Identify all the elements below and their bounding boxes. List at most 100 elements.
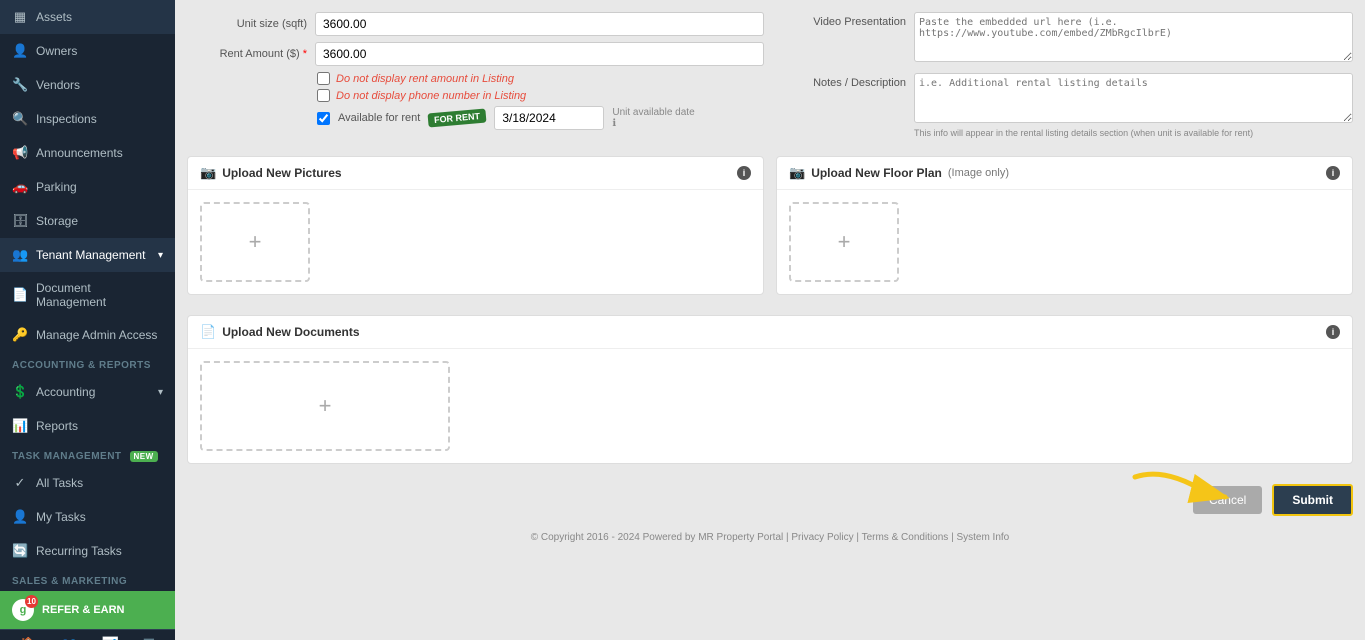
home-icon[interactable]: 🏠: [20, 636, 37, 640]
rent-amount-label: Rent Amount ($) *: [187, 48, 307, 60]
upload-pictures-placeholder[interactable]: +: [200, 202, 310, 282]
sidebar-item-parking-label: Parking: [36, 180, 77, 194]
sidebar-item-assets[interactable]: ▦ Assets: [0, 0, 175, 34]
sidebar-item-parking[interactable]: 🚗 Parking: [0, 170, 175, 204]
submit-button[interactable]: Submit: [1272, 484, 1353, 516]
available-for-rent-row: Available for rent FOR RENT Unit availab…: [317, 106, 764, 130]
refer-earn-bar[interactable]: g 10 REFER & EARN: [0, 591, 175, 629]
video-presentation-textarea[interactable]: [914, 12, 1353, 62]
task-management-header: TASK MANAGEMENT NEW: [0, 443, 175, 466]
video-presentation-label: Video Presentation: [776, 12, 906, 28]
available-date-input[interactable]: [494, 106, 604, 130]
upload-pictures-body: +: [188, 190, 763, 294]
sidebar-item-vendors[interactable]: 🔧 Vendors: [0, 68, 175, 102]
no-display-phone-row: Do not display phone number in Listing: [317, 89, 764, 102]
recurring-tasks-icon: 🔄: [12, 543, 28, 559]
chart-icon[interactable]: 📊: [102, 636, 119, 640]
notes-description-textarea[interactable]: [914, 73, 1353, 123]
floorplan-sub-label: (Image only): [948, 167, 1009, 179]
admin-access-icon: 🔑: [12, 327, 28, 343]
upload-floorplan-body: +: [777, 190, 1352, 294]
sidebar-item-assets-label: Assets: [36, 10, 72, 24]
vendors-icon: 🔧: [12, 77, 28, 93]
refer-earn-label: REFER & EARN: [42, 604, 125, 616]
accounting-icon: 💲: [12, 384, 28, 400]
upload-pictures-info-icon[interactable]: i: [737, 166, 751, 180]
storage-icon: 🗄: [12, 213, 28, 229]
sidebar-item-owners[interactable]: 👤 Owners: [0, 34, 175, 68]
right-form: Video Presentation Notes / Description T…: [776, 12, 1353, 146]
sidebar-item-accounting[interactable]: 💲 Accounting ▾: [0, 375, 175, 409]
rent-amount-input-wrap: [315, 42, 764, 66]
video-input-wrap: [914, 12, 1353, 65]
sidebar-bottom-icons: 🏠 👥 📊 ☰: [0, 629, 175, 640]
sidebar-item-owners-label: Owners: [36, 44, 77, 58]
sidebar-item-tenant-management[interactable]: 👥 Tenant Management ▾: [0, 238, 175, 272]
rent-amount-input[interactable]: [315, 42, 764, 66]
main-content: Unit size (sqft) Rent Amount ($) * Do no…: [175, 0, 1365, 640]
available-for-rent-checkbox[interactable]: [317, 112, 330, 125]
sidebar: ▦ Assets 👤 Owners 🔧 Vendors 🔍 Inspection…: [0, 0, 175, 640]
upload-floorplan-section: 📷 Upload New Floor Plan (Image only) i +: [776, 156, 1353, 295]
left-form: Unit size (sqft) Rent Amount ($) * Do no…: [187, 12, 764, 146]
sidebar-item-inspections[interactable]: 🔍 Inspections: [0, 102, 175, 136]
announcements-icon: 📢: [12, 145, 28, 161]
sidebar-item-storage[interactable]: 🗄 Storage: [0, 204, 175, 238]
unit-available-info-icon[interactable]: ℹ: [612, 118, 694, 129]
upload-floorplan-info-icon[interactable]: i: [1326, 166, 1340, 180]
sidebar-all-tasks-label: All Tasks: [36, 476, 83, 490]
accounting-reports-header: ACCOUNTING & REPORTS: [0, 352, 175, 375]
notes-input-wrap: This info will appear in the rental list…: [914, 73, 1353, 138]
sidebar-recurring-tasks-label: Recurring Tasks: [36, 544, 122, 558]
camera-icon: 📷: [200, 165, 216, 181]
upload-documents-body: +: [188, 349, 1352, 463]
sidebar-item-document-management[interactable]: 📄 Document Management: [0, 272, 175, 318]
upload-documents-placeholder[interactable]: +: [200, 361, 450, 451]
cancel-button[interactable]: Cancel: [1193, 486, 1262, 514]
task-management-header-text: TASK MANAGEMENT: [12, 451, 122, 462]
no-display-phone-label: Do not display phone number in Listing: [336, 90, 526, 102]
floorplan-camera-icon: 📷: [789, 165, 805, 181]
sidebar-accounting-label: Accounting: [36, 385, 95, 399]
sidebar-doc-label: Document Management: [36, 281, 163, 309]
sidebar-item-all-tasks[interactable]: ✓ All Tasks: [0, 466, 175, 500]
sidebar-item-recurring-tasks[interactable]: 🔄 Recurring Tasks: [0, 534, 175, 568]
upload-documents-header-left: 📄 Upload New Documents: [200, 324, 360, 340]
footer-text: © Copyright 2016 - 2024 Powered by MR Pr…: [531, 532, 1010, 543]
sidebar-item-storage-label: Storage: [36, 214, 78, 228]
my-tasks-icon: 👤: [12, 509, 28, 525]
sidebar-item-my-tasks[interactable]: 👤 My Tasks: [0, 500, 175, 534]
no-display-rent-checkbox[interactable]: [317, 72, 330, 85]
upload-floorplan-header-left: 📷 Upload New Floor Plan (Image only): [789, 165, 1009, 181]
chevron-down-icon: ▾: [158, 250, 163, 261]
sidebar-tenant-label: Tenant Management: [36, 248, 145, 262]
no-display-rent-label: Do not display rent amount in Listing: [336, 73, 514, 85]
sidebar-item-reports[interactable]: 📊 Reports: [0, 409, 175, 443]
upload-floorplan-placeholder[interactable]: +: [789, 202, 899, 282]
sidebar-item-announcements[interactable]: 📢 Announcements: [0, 136, 175, 170]
sidebar-item-manage-admin[interactable]: 🔑 Manage Admin Access: [0, 318, 175, 352]
sidebar-admin-label: Manage Admin Access: [36, 328, 157, 342]
reports-icon: 📊: [12, 418, 28, 434]
upload-documents-info-icon[interactable]: i: [1326, 325, 1340, 339]
all-tasks-icon: ✓: [12, 475, 28, 491]
new-badge: NEW: [130, 451, 158, 462]
notes-description-label: Notes / Description: [776, 73, 906, 89]
menu-icon[interactable]: ☰: [143, 636, 156, 640]
documents-file-icon: 📄: [200, 324, 216, 340]
top-form-section: Unit size (sqft) Rent Amount ($) * Do no…: [187, 12, 1353, 146]
upload-pictures-header: 📷 Upload New Pictures i: [188, 157, 763, 190]
available-for-rent-label: Available for rent: [338, 112, 420, 124]
unit-size-input-wrap: [315, 12, 764, 36]
users-icon[interactable]: 👥: [61, 636, 78, 640]
tenant-mgmt-icon: 👥: [12, 247, 28, 263]
sidebar-item-inspections-label: Inspections: [36, 112, 97, 126]
sidebar-my-tasks-label: My Tasks: [36, 510, 86, 524]
sidebar-item-vendors-label: Vendors: [36, 78, 80, 92]
unit-size-label: Unit size (sqft): [187, 18, 307, 30]
assets-icon: ▦: [12, 9, 28, 25]
sidebar-reports-label: Reports: [36, 419, 78, 433]
notification-badge: 10: [25, 595, 38, 608]
unit-size-input[interactable]: [315, 12, 764, 36]
no-display-phone-checkbox[interactable]: [317, 89, 330, 102]
